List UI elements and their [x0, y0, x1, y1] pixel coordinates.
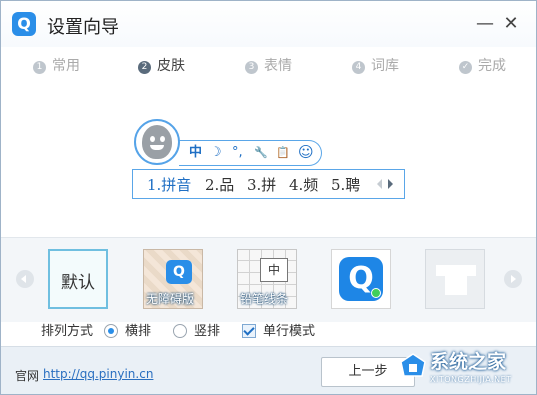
- step-label: 表情: [264, 58, 292, 74]
- step-common[interactable]: 1 常用: [33, 57, 80, 75]
- mascot-avatar: [134, 119, 180, 165]
- step-label: 皮肤: [157, 58, 185, 74]
- chinese-mode-icon: 中: [189, 145, 203, 160]
- single-row-checkbox[interactable]: [242, 324, 256, 338]
- moon-icon: ☽: [210, 145, 222, 160]
- setup-wizard-window: Q 设置向导 — ✕ 1 常用 2 皮肤 3 表情 4 词库 ✓ 完成 中 ☽ °, 🔧 …: [0, 0, 537, 395]
- q-logo-icon: Q: [166, 260, 192, 284]
- step-label: 常用: [52, 58, 80, 74]
- skin-label: 无障碍版: [146, 292, 195, 306]
- skin-thumb-accessible[interactable]: Q 无障碍版: [143, 249, 203, 309]
- skins-prev-button[interactable]: [16, 270, 34, 288]
- candidate-bar: 1.拼音 2.品 3.拼 4.频 5.聘: [132, 169, 405, 199]
- minimize-button[interactable]: —: [474, 13, 496, 35]
- close-button[interactable]: ✕: [500, 13, 522, 35]
- smile-icon: ☺: [298, 143, 314, 161]
- step-finish[interactable]: ✓ 完成: [459, 57, 506, 75]
- watermark-text: 系统之家: [430, 351, 507, 373]
- step-label: 完成: [478, 58, 506, 74]
- step-emoticon[interactable]: 3 表情: [245, 57, 292, 75]
- skin-label: 默认: [61, 273, 95, 293]
- step-number: 3: [245, 61, 258, 74]
- candidate-5: 5.聘: [331, 176, 361, 194]
- watermark-url: XITONGZHIJIA.NET: [430, 375, 512, 384]
- candidate-next-icon: [388, 179, 393, 189]
- layout-label: 排列方式: [41, 324, 94, 339]
- candidate-prev-icon: [377, 179, 382, 189]
- watermark-logo-icon: [400, 353, 426, 377]
- title-bar: Q 设置向导 — ✕: [1, 1, 536, 47]
- step-number: 1: [33, 61, 46, 74]
- ime-status-bar: 中 ☽ °, 🔧 📋 ☺: [179, 140, 322, 166]
- skin-gallery: 默认 Q 无障碍版 中 铅笔线条 Q: [1, 237, 536, 322]
- site-label: 官网: [15, 369, 40, 383]
- step-number: ✓: [459, 61, 472, 74]
- skins-next-button[interactable]: [504, 270, 522, 288]
- shirt-icon: [445, 265, 467, 295]
- skin-thumb-default[interactable]: 默认: [48, 249, 108, 309]
- sogou-logo-icon: Q: [12, 12, 36, 36]
- candidate-4: 4.频: [289, 176, 319, 194]
- step-label: 词库: [371, 58, 399, 74]
- skin-sample-char: 中: [260, 258, 288, 282]
- wizard-steps: 1 常用 2 皮肤 3 表情 4 词库 ✓ 完成: [1, 47, 536, 85]
- horizontal-label[interactable]: 横排: [125, 323, 151, 341]
- clipboard-icon: 📋: [276, 146, 290, 159]
- step-dictionary[interactable]: 4 词库: [352, 57, 399, 75]
- candidate-1: 1.拼音: [147, 176, 192, 194]
- horizontal-radio[interactable]: [104, 324, 118, 338]
- vertical-radio[interactable]: [173, 324, 187, 338]
- watermark: 系统之家 XITONGZHIJIA.NET: [398, 350, 530, 390]
- step-skin[interactable]: 2 皮肤: [138, 57, 185, 75]
- skin-thumb-blue-q[interactable]: Q: [331, 249, 391, 309]
- site-link[interactable]: http://qq.pinyin.cn: [43, 367, 153, 381]
- candidate-3: 3.拼: [247, 176, 277, 194]
- step-number: 2: [138, 61, 151, 74]
- window-title: 设置向导: [47, 17, 119, 38]
- single-row-label[interactable]: 单行模式: [263, 323, 315, 341]
- skin-thumb-pencil[interactable]: 中 铅笔线条: [237, 249, 297, 309]
- punctuation-icon: °,: [232, 145, 243, 160]
- skin-label: 铅笔线条: [240, 292, 289, 306]
- step-number: 4: [352, 61, 365, 74]
- vertical-label[interactable]: 竖排: [194, 323, 220, 341]
- skin-thumb-more[interactable]: [425, 249, 485, 309]
- wrench-icon: 🔧: [254, 146, 268, 159]
- candidate-2: 2.品: [205, 176, 235, 194]
